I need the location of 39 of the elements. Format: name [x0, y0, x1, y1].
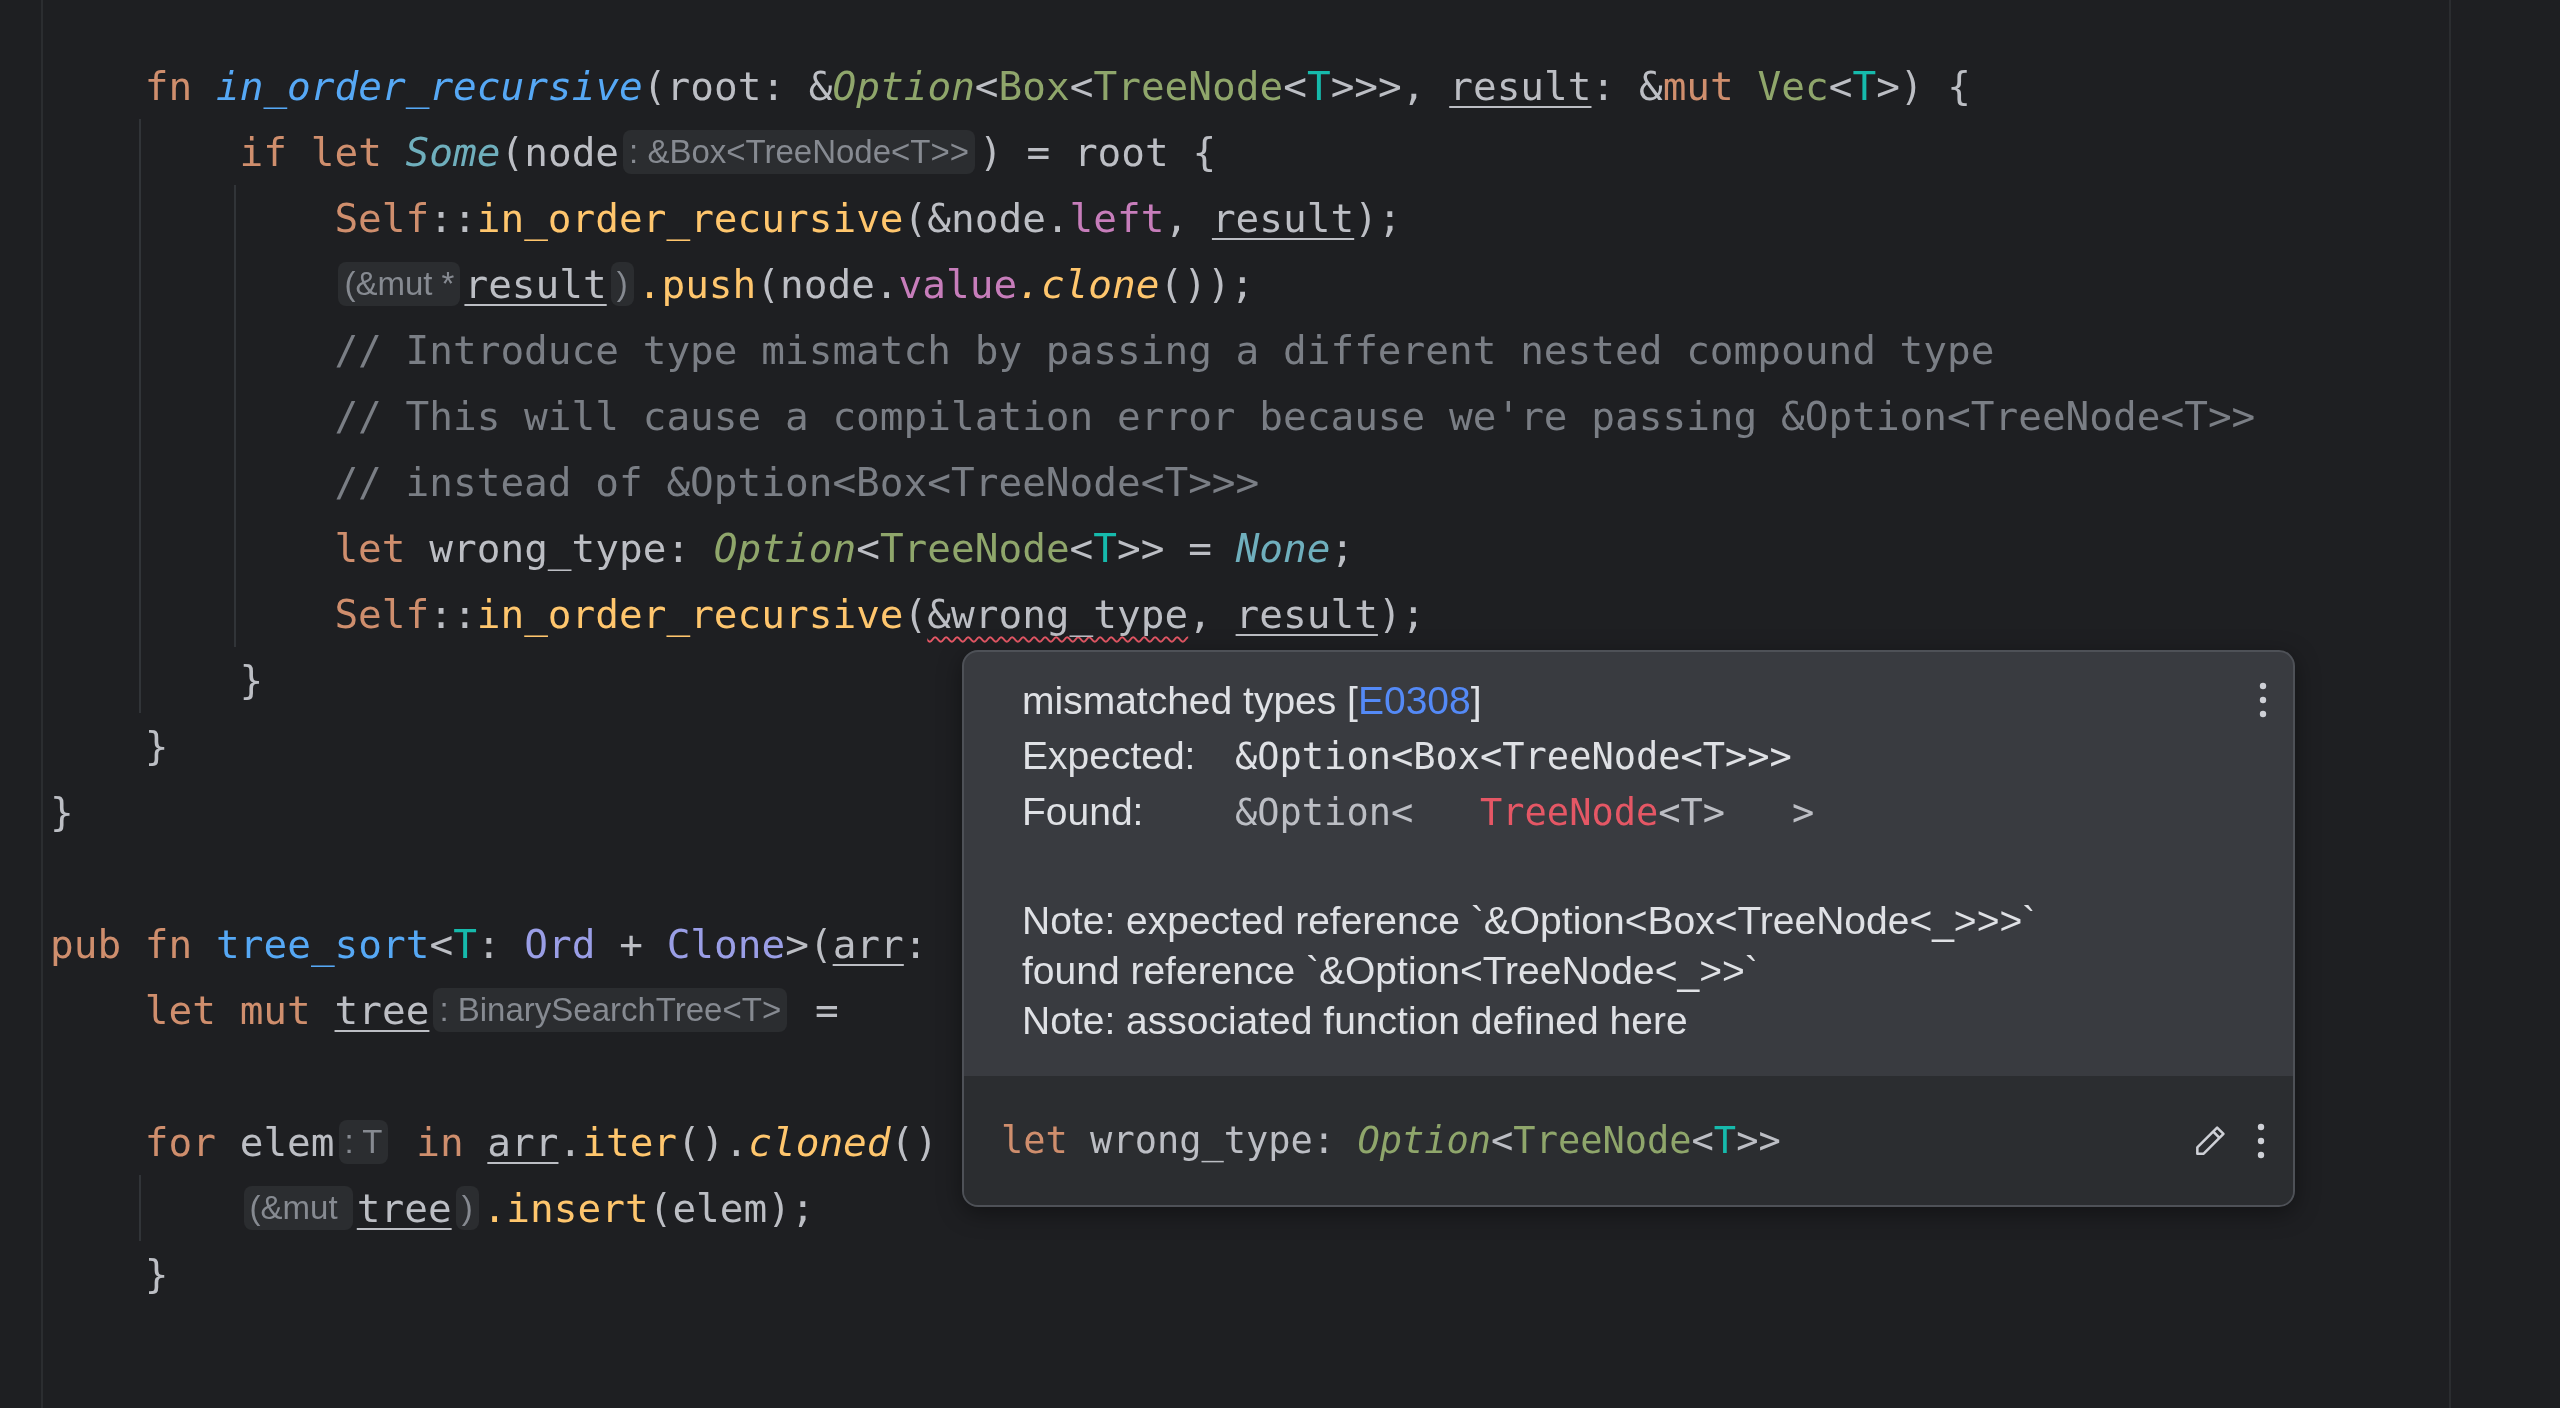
error-code-link[interactable]: E0308 — [1357, 679, 1471, 722]
declaration-code: let wrong_type: Option<TreeNode<T>> — [1001, 1119, 1782, 1162]
code-text: Self::in_order_recursive(&wrong_type, result); — [334, 591, 1426, 637]
found-type: &Option< TreeNode<T> > — [1235, 790, 1815, 834]
expected-label: Expected: — [1022, 734, 1197, 778]
code-text: if let Some(node — [239, 129, 620, 175]
code-text: = — [813, 987, 839, 1033]
note-text: found reference `&Option<TreeNode<_>>` — [1022, 948, 1759, 994]
code-text: } — [239, 657, 264, 703]
found-label: Found: — [1022, 790, 1145, 834]
code-text: Self::in_order_recursive(&node.left, result); — [334, 195, 1402, 241]
type-hint: (&mut — [243, 1186, 353, 1230]
note-text: Note: expected reference `&Option<Box<TreeNode<_>>>` — [1022, 898, 2037, 944]
code-text: } — [50, 789, 74, 835]
code-text: in arr.iter().cloned() — [415, 1119, 938, 1165]
error-title: mismatched types [E0308] — [1022, 678, 1483, 724]
code-text: .insert(elem); — [482, 1185, 815, 1231]
code-text: // instead of &Option<Box<TreeNode<T>>> — [334, 459, 1260, 505]
expected-type: &Option<Box<TreeNode<T>>> — [1235, 734, 1792, 778]
code-text: ) = root { — [979, 129, 1217, 175]
code-text: result — [464, 261, 607, 307]
type-hint: : BinarySearchTree<T> — [433, 988, 788, 1032]
code-text: for elem — [144, 1119, 335, 1165]
type-hint: ) — [610, 262, 634, 306]
code-text: } — [144, 723, 169, 769]
code-text: let wrong_type: Option<TreeNode<T>> = None; — [334, 525, 1355, 571]
code-text: .push(node.value.clone()); — [637, 261, 1255, 307]
type-hint: ) — [455, 1186, 479, 1230]
type-hint: : &Box<TreeNode<T>> — [623, 130, 976, 174]
code-text: // Introduce type mismatch by passing a different nested compound type — [334, 327, 1995, 373]
code-text: let mut tree — [144, 987, 430, 1033]
type-hint: (&mut * — [338, 262, 461, 306]
code-text: // This will cause a compilation error because we're passing &Option<TreeNode<T>> — [334, 393, 2256, 439]
code-text: fn in_order_recursive(root: &Option<Box<TreeNode<T>>>, result: &mut Vec<T>) { — [144, 63, 1971, 109]
code-text: } — [144, 1251, 169, 1297]
code-text: pub fn tree_sort<T: Ord + Clone>(arr: — [50, 921, 928, 967]
note-text: Note: associated function defined here — [1022, 998, 1689, 1044]
code-text: tree — [356, 1185, 452, 1231]
type-hint: : T — [338, 1120, 389, 1164]
